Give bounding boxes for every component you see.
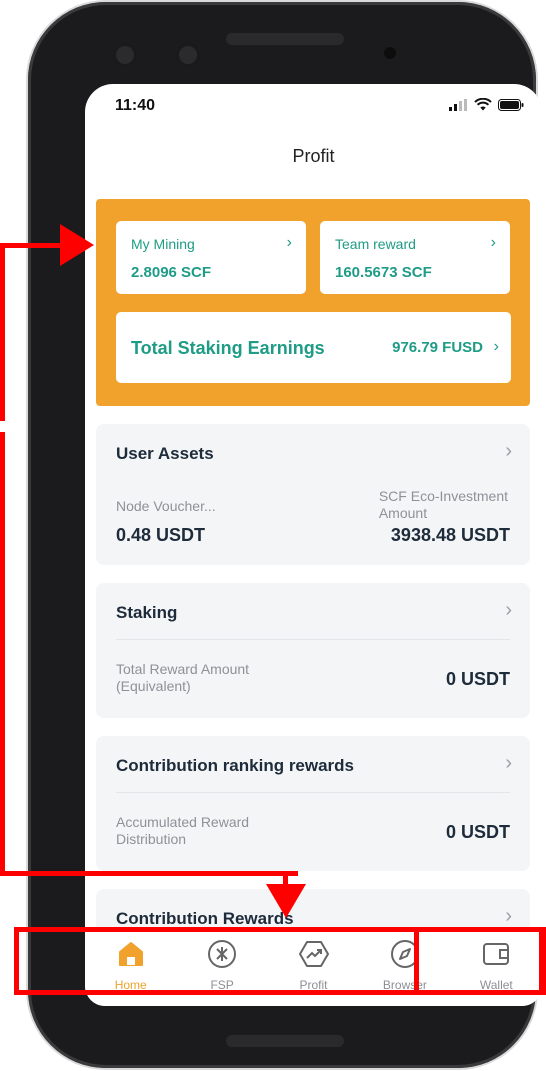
chevron-right-icon: › <box>505 599 512 621</box>
user-assets-title: User Assets <box>116 444 214 463</box>
status-icons <box>448 98 524 111</box>
status-bar: 11:40 <box>85 84 542 128</box>
staking-card[interactable]: Staking › Total Reward Amount (Equivalen… <box>96 583 530 718</box>
chevron-right-icon: › <box>505 905 512 927</box>
wifi-icon <box>474 98 492 111</box>
node-voucher-label: Node Voucher... <box>116 498 216 514</box>
contribution-ranking-title: Contribution ranking rewards <box>116 756 355 775</box>
chevron-right-icon: › <box>505 440 512 462</box>
my-mining-label: My Mining <box>131 236 195 252</box>
total-staking-label: Total Staking Earnings <box>131 338 325 358</box>
earnings-summary-panel: My Mining › 2.8096 SCF Team reward › 160… <box>96 199 530 406</box>
annotation-arrow-line <box>0 871 298 876</box>
annotation-arrow-down-icon <box>266 884 306 918</box>
signal-icon <box>449 98 467 111</box>
app-screen: 11:40 Profit My Mining › 2.8096 SCF Team… <box>85 84 542 1006</box>
staking-title: Staking <box>116 603 178 622</box>
total-reward-value: 0 USDT <box>445 669 510 689</box>
team-reward-label: Team reward <box>335 236 416 252</box>
accumulated-reward-value: 0 USDT <box>445 822 510 842</box>
bottom-speaker <box>226 1035 344 1047</box>
contribution-ranking-card[interactable]: Contribution ranking rewards › Accumulat… <box>96 736 530 871</box>
total-staking-value: 976.79 FUSD <box>392 339 483 356</box>
my-mining-card[interactable]: My Mining › 2.8096 SCF <box>116 221 306 294</box>
team-reward-card[interactable]: Team reward › 160.5673 SCF <box>320 221 510 294</box>
page-title: Profit <box>292 146 335 166</box>
front-sensor <box>175 42 201 68</box>
node-voucher-value: 0.48 USDT <box>116 525 206 545</box>
my-mining-value: 2.8096 SCF <box>131 264 212 281</box>
annotation-arrow-right-icon <box>60 224 94 266</box>
status-time: 11:40 <box>115 97 156 114</box>
chevron-right-icon: › <box>286 234 292 251</box>
chevron-right-icon: › <box>493 338 499 355</box>
divider <box>116 639 510 640</box>
accumulated-reward-label: Accumulated Reward Distribution <box>116 814 250 847</box>
proximity-sensor <box>384 47 396 59</box>
user-assets-card[interactable]: User Assets › Node Voucher... 0.48 USDT … <box>96 424 530 565</box>
total-staking-earnings-card[interactable]: Total Staking Earnings 976.79 FUSD › <box>116 312 511 383</box>
total-reward-label: Total Reward Amount (Equivalent) <box>116 661 250 694</box>
eco-investment-label: SCF Eco-Investment Amount <box>378 488 508 521</box>
chevron-right-icon: › <box>505 752 512 774</box>
eco-investment-value: 3938.48 USDT <box>390 525 510 545</box>
annotation-arrow-line <box>0 432 5 876</box>
annotation-arrow-line <box>0 243 5 421</box>
battery-icon <box>498 98 524 111</box>
annotation-highlight-box <box>14 927 546 995</box>
divider <box>116 792 510 793</box>
chevron-right-icon: › <box>490 234 496 251</box>
annotation-arrow-line <box>0 243 66 248</box>
earpiece-speaker <box>226 33 344 45</box>
team-reward-value: 160.5673 SCF <box>335 264 432 281</box>
front-camera <box>112 42 138 68</box>
